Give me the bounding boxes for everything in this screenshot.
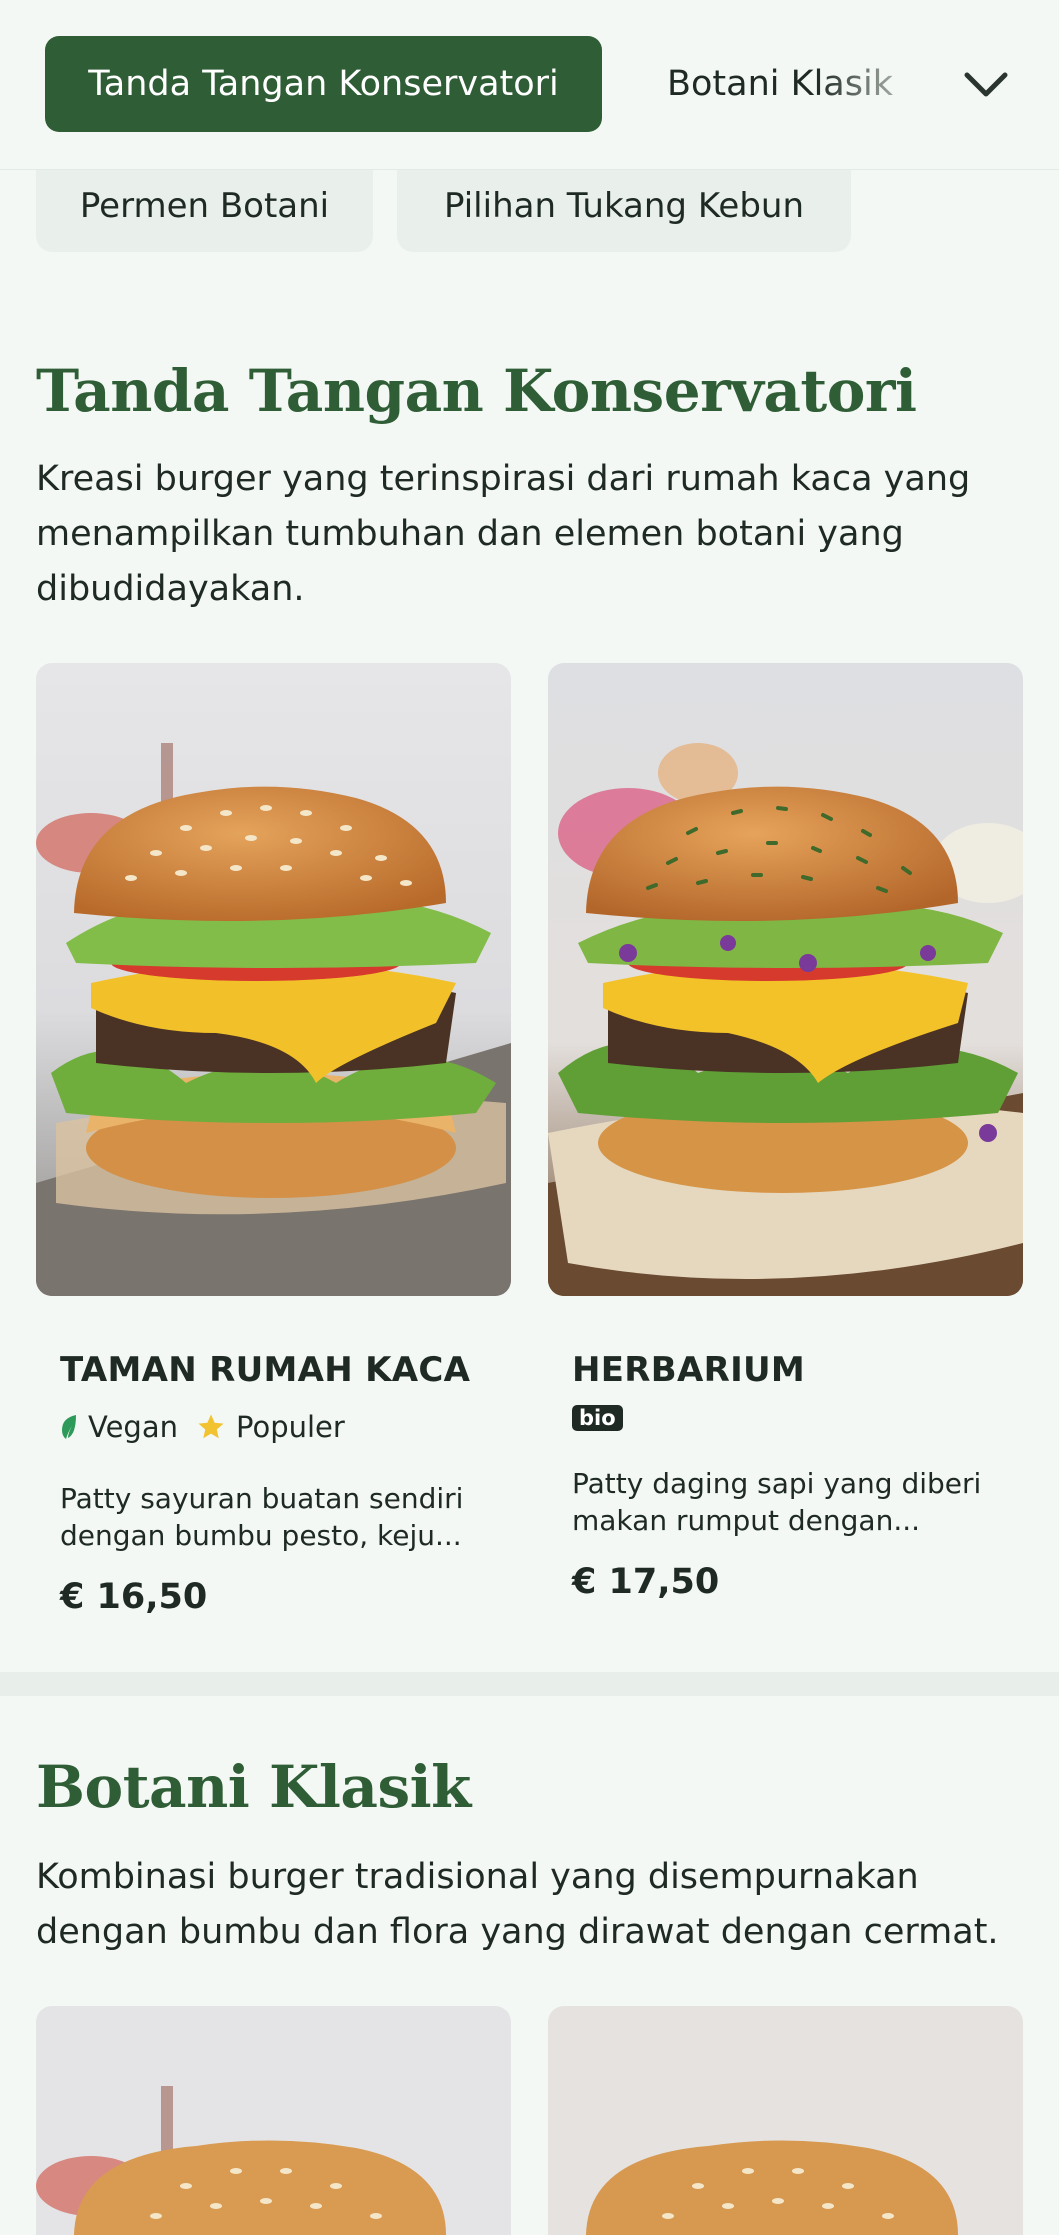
- section-description: Kreasi burger yang terinspirasi dari rum…: [36, 459, 971, 609]
- category-nav: Tanda Tangan Konservatori Botani Klasik: [0, 0, 1059, 170]
- menu-item-name[interactable]: HERBARIUM: [572, 1350, 805, 1390]
- menu-item-image[interactable]: [36, 2006, 511, 2235]
- section-title: Botani Klasik: [36, 1753, 471, 1821]
- tab-botani-klasik[interactable]: Botani Klasik: [667, 36, 917, 132]
- filter-chip-permen-botani[interactable]: Permen Botani: [36, 160, 373, 252]
- tag-populer: Populer: [196, 1410, 345, 1444]
- menu-item-price: € 17,50: [572, 1562, 720, 1602]
- menu-item-description: Patty sayuran buatan sendiri dengan bumb…: [60, 1482, 464, 1552]
- tag-label: Populer: [236, 1410, 345, 1444]
- bio-badge: bio: [572, 1405, 623, 1431]
- section-description: Kombinasi burger tradisional yang disemp…: [36, 1857, 999, 1952]
- menu-item-price: € 16,50: [60, 1577, 208, 1617]
- tab-tanda-tangan-konservatori[interactable]: Tanda Tangan Konservatori: [45, 36, 602, 132]
- chevron-down-icon: [964, 72, 1008, 97]
- filter-chip-pilihan-tukang-kebun[interactable]: Pilihan Tukang Kebun: [397, 160, 851, 252]
- menu-item-tags: Vegan Populer: [60, 1410, 363, 1444]
- category-dropdown-button[interactable]: [960, 60, 1012, 110]
- section-divider: [0, 1672, 1059, 1696]
- menu-item-image[interactable]: [36, 663, 511, 1296]
- star-icon: [198, 1414, 224, 1439]
- section-title: Tanda Tangan Konservatori: [36, 357, 917, 425]
- tag-label: Vegan: [88, 1410, 178, 1444]
- menu-item-name[interactable]: TAMAN RUMAH KACA: [60, 1350, 470, 1390]
- tag-vegan: Vegan: [60, 1410, 178, 1444]
- menu-item-image[interactable]: [548, 2006, 1023, 2235]
- menu-item-description: Patty daging sapi yang diberi makan rump…: [572, 1467, 982, 1537]
- menu-item-image[interactable]: [548, 663, 1023, 1296]
- leaf-icon: [62, 1415, 76, 1439]
